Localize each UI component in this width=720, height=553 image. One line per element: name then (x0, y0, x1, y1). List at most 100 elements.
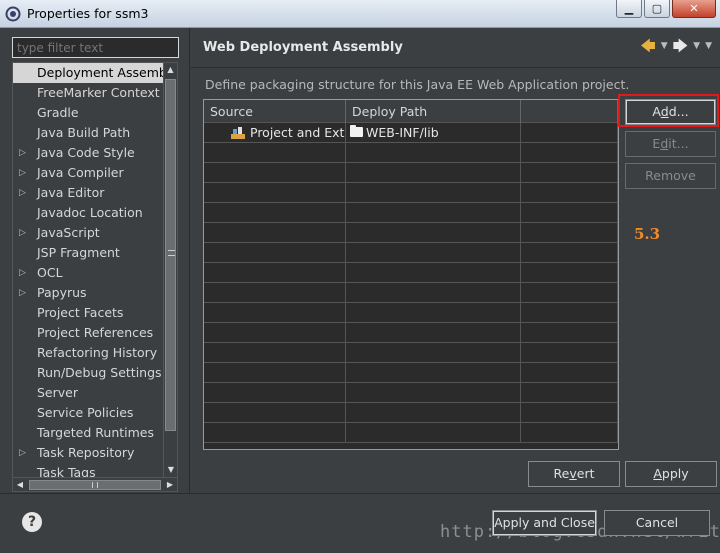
forward-dropdown-icon[interactable]: ▼ (693, 38, 700, 54)
source-cell (204, 383, 346, 403)
table-row[interactable] (204, 263, 618, 283)
folder-icon (350, 125, 363, 137)
sidebar-item[interactable]: Service Policies (13, 403, 163, 423)
sidebar-item[interactable]: Javadoc Location (13, 203, 163, 223)
sidebar-item[interactable]: Java Build Path (13, 123, 163, 143)
source-cell (204, 283, 346, 303)
table-row[interactable] (204, 323, 618, 343)
sidebar-item[interactable]: Deployment Assembly (13, 63, 163, 83)
sidebar-item[interactable]: ▷ JavaScript (13, 223, 163, 243)
sidebar-item[interactable]: Run/Debug Settings (13, 363, 163, 383)
deploy-path-cell (346, 203, 521, 223)
sidebar-item-label: OCL (37, 265, 63, 280)
sidebar-item[interactable]: ▷ Task Repository (13, 443, 163, 463)
table-row[interactable] (204, 343, 618, 363)
table-row[interactable] (204, 243, 618, 263)
scroll-down-icon[interactable]: ▼ (164, 463, 177, 477)
source-cell (204, 223, 346, 243)
expand-arrow-icon[interactable]: ▷ (19, 223, 29, 243)
table-row[interactable] (204, 423, 618, 443)
table-row[interactable] (204, 223, 618, 243)
deploy-path-cell (346, 343, 521, 363)
sidebar-item-label: Gradle (37, 105, 79, 120)
column-header-deploy-path[interactable]: Deploy Path (346, 100, 521, 123)
tree-horizontal-scrollbar[interactable]: ◀ ▶ (13, 477, 177, 491)
view-menu-icon[interactable]: ▼ (705, 38, 712, 54)
help-icon[interactable]: ? (22, 512, 42, 532)
expand-arrow-icon[interactable]: ▷ (19, 143, 29, 163)
add-button[interactable]: Add... (625, 99, 716, 125)
eclipse-icon (5, 6, 21, 22)
sidebar-item[interactable]: Refactoring History (13, 343, 163, 363)
sidebar-item[interactable]: ▷ Java Code Style (13, 143, 163, 163)
back-arrow-icon[interactable]: 🡄 (640, 38, 656, 54)
revert-button[interactable]: Revert (528, 461, 620, 487)
scroll-up-icon[interactable]: ▲ (164, 63, 177, 77)
sidebar-item-label: Run/Debug Settings (37, 365, 162, 380)
sidebar-item[interactable]: ▷ Java Compiler (13, 163, 163, 183)
property-page-tree: Deployment Assembly FreeMarker Context Gra… (12, 62, 178, 492)
source-cell (204, 363, 346, 383)
source-cell (204, 323, 346, 343)
apply-and-close-button[interactable]: Apply and Close (492, 510, 597, 536)
sidebar-item[interactable]: ▷ OCL (13, 263, 163, 283)
source-cell (204, 183, 346, 203)
forward-arrow-icon[interactable]: 🡆 (673, 38, 689, 54)
sidebar-item[interactable]: ▷ Java Editor (13, 183, 163, 203)
table-row[interactable] (204, 183, 618, 203)
maximize-button[interactable]: ▢ (644, 0, 670, 18)
empty-cell (521, 323, 618, 343)
empty-cell (521, 223, 618, 243)
sidebar-item[interactable]: JSP Fragment (13, 243, 163, 263)
table-row[interactable] (204, 303, 618, 323)
sidebar-item-label: FreeMarker Context (37, 85, 160, 100)
sidebar-item-label: Java Compiler (37, 165, 124, 180)
table-row[interactable] (204, 163, 618, 183)
scroll-left-icon[interactable]: ◀ (13, 478, 27, 491)
sidebar-item[interactable]: Project References (13, 323, 163, 343)
table-row[interactable] (204, 143, 618, 163)
expand-arrow-icon[interactable]: ▷ (19, 183, 29, 203)
sidebar-item[interactable]: Server (13, 383, 163, 403)
expand-arrow-icon[interactable]: ▷ (19, 283, 29, 303)
column-header-source[interactable]: Source (204, 100, 346, 123)
scroll-right-icon[interactable]: ▶ (163, 478, 177, 491)
page-title: Web Deployment Assembly (203, 40, 403, 55)
source-cell: Project and Exte (204, 123, 346, 143)
close-button[interactable]: ✕ (672, 0, 716, 18)
sidebar-item[interactable]: Gradle (13, 103, 163, 123)
table-row[interactable] (204, 283, 618, 303)
empty-cell (521, 363, 618, 383)
expand-arrow-icon[interactable]: ▷ (19, 163, 29, 183)
apply-button[interactable]: Apply (625, 461, 717, 487)
scroll-thumb[interactable] (165, 79, 176, 431)
sidebar-item-label: Task Repository (37, 445, 135, 460)
tree-vertical-scrollbar[interactable]: ▲ ▼ (163, 63, 177, 477)
back-dropdown-icon[interactable]: ▼ (661, 38, 668, 54)
minimize-button[interactable]: ▁ (616, 0, 642, 18)
sidebar-item[interactable]: ▷ Papyrus (13, 283, 163, 303)
table-row[interactable] (204, 383, 618, 403)
sidebar-item[interactable]: FreeMarker Context (13, 83, 163, 103)
table-row[interactable] (204, 363, 618, 383)
empty-cell (521, 203, 618, 223)
source-cell (204, 203, 346, 223)
edit-button[interactable]: Edit... (625, 131, 716, 157)
page-description: Define packaging structure for this Java… (205, 77, 630, 92)
expand-arrow-icon[interactable]: ▷ (19, 443, 29, 463)
table-row[interactable] (204, 403, 618, 423)
cancel-button[interactable]: Cancel (604, 510, 710, 536)
expand-arrow-icon[interactable]: ▷ (19, 263, 29, 283)
sidebar-item-label: Javadoc Location (37, 205, 143, 220)
sidebar-item[interactable]: Project Facets (13, 303, 163, 323)
table-row[interactable] (204, 203, 618, 223)
sidebar-item[interactable]: Targeted Runtimes (13, 423, 163, 443)
hscroll-thumb[interactable] (29, 480, 161, 490)
deployment-table: Source Deploy Path Project and Exte WEB-I… (203, 99, 619, 450)
table-row[interactable]: Project and Exte WEB-INF/lib (204, 123, 618, 143)
filter-input[interactable] (12, 37, 179, 58)
sidebar-item-label: Java Build Path (37, 125, 131, 140)
window-controls: ▁ ▢ ✕ (616, 0, 716, 18)
sidebar: Deployment Assembly FreeMarker Context Gra… (0, 28, 190, 493)
remove-button[interactable]: Remove (625, 163, 716, 189)
